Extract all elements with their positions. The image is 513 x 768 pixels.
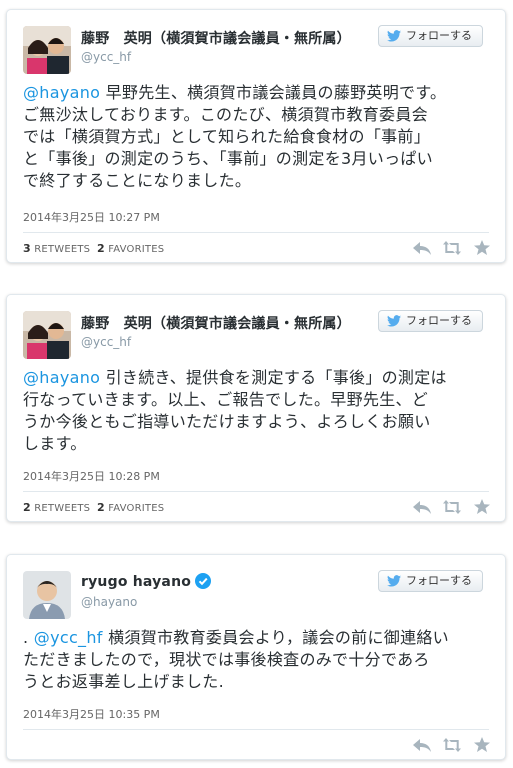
favorites-label: FAVORITES: [108, 244, 165, 255]
retweet-count: 2: [23, 501, 31, 514]
tweet-card: 藤野 英明（横須賀市議会議員・無所属） @ycc_hf フォローする @haya…: [6, 294, 506, 522]
favorite-star-icon[interactable]: [473, 499, 491, 515]
tweet-stats: 3 RETWEETS 2 FAVORITES: [23, 242, 164, 255]
tweet-card: 藤野 英明（横須賀市議会議員・無所属） @ycc_hf フォローする @haya…: [6, 9, 506, 263]
tweet-date[interactable]: 2014年3月25日 10:28 PM: [23, 468, 160, 484]
retweets-label: RETWEETS: [34, 503, 91, 514]
favorite-star-icon[interactable]: [473, 737, 491, 753]
mention-link[interactable]: @hayano: [23, 83, 100, 102]
author-handle[interactable]: @hayano: [81, 595, 137, 609]
tweet-actions: [413, 499, 491, 515]
tweet-date[interactable]: 2014年3月25日 10:27 PM: [23, 209, 160, 225]
avatar[interactable]: [23, 26, 71, 74]
verified-badge-icon: [195, 573, 212, 589]
retweet-count: 3: [23, 242, 31, 255]
follow-button[interactable]: フォローする: [378, 570, 483, 592]
avatar[interactable]: [23, 311, 71, 359]
tweet-card: ryugo hayano @hayano フォローする . @ycc_hf 横須…: [6, 554, 506, 760]
favorite-star-icon[interactable]: [473, 240, 491, 256]
twitter-bird-icon: [387, 575, 401, 587]
reply-icon[interactable]: [413, 499, 431, 515]
retweet-icon[interactable]: [443, 240, 461, 256]
follow-label: フォローする: [406, 574, 472, 587]
author-handle[interactable]: @ycc_hf: [81, 335, 131, 349]
tweet-text: @hayano 早野先生、横須賀市議会議員の藤野英明です。 ご無沙汰しております…: [23, 82, 489, 192]
tweet-date[interactable]: 2014年3月25日 10:35 PM: [23, 706, 160, 722]
author-name[interactable]: ryugo hayano: [81, 573, 212, 590]
author-name[interactable]: 藤野 英明（横須賀市議会議員・無所属）: [81, 28, 351, 48]
follow-label: フォローする: [406, 29, 472, 42]
retweets-label: RETWEETS: [34, 244, 91, 255]
twitter-bird-icon: [387, 315, 401, 327]
follow-label: フォローする: [406, 314, 472, 327]
twitter-bird-icon: [387, 30, 401, 42]
favorite-count: 2: [96, 242, 105, 255]
mention-link[interactable]: @ycc_hf: [34, 628, 103, 647]
tweet-text: @hayano 引き続き、提供食を測定する「事後」の測定は 行なっていきます。以…: [23, 367, 489, 455]
author-name[interactable]: 藤野 英明（横須賀市議会議員・無所属）: [81, 313, 351, 333]
tweet-actions: [413, 737, 491, 753]
reply-icon[interactable]: [413, 737, 431, 753]
tweet-actions: [413, 240, 491, 256]
favorites-label: FAVORITES: [108, 503, 165, 514]
follow-button[interactable]: フォローする: [378, 310, 483, 332]
divider: [23, 729, 489, 730]
mention-link[interactable]: @hayano: [23, 368, 100, 387]
tweet-stats: 2 RETWEETS 2 FAVORITES: [23, 501, 164, 514]
reply-icon[interactable]: [413, 240, 431, 256]
retweet-icon[interactable]: [443, 737, 461, 753]
author-name-text: ryugo hayano: [81, 574, 192, 590]
tweet-text: . @ycc_hf 横須賀市教育委員会より，議会の前に御連絡い ただきましたので…: [23, 627, 489, 693]
retweet-icon[interactable]: [443, 499, 461, 515]
author-handle[interactable]: @ycc_hf: [81, 50, 131, 64]
divider: [23, 491, 489, 492]
avatar[interactable]: [23, 571, 71, 619]
tweet-prefix: .: [23, 628, 34, 647]
favorite-count: 2: [96, 501, 105, 514]
divider: [23, 232, 489, 233]
follow-button[interactable]: フォローする: [378, 25, 483, 47]
